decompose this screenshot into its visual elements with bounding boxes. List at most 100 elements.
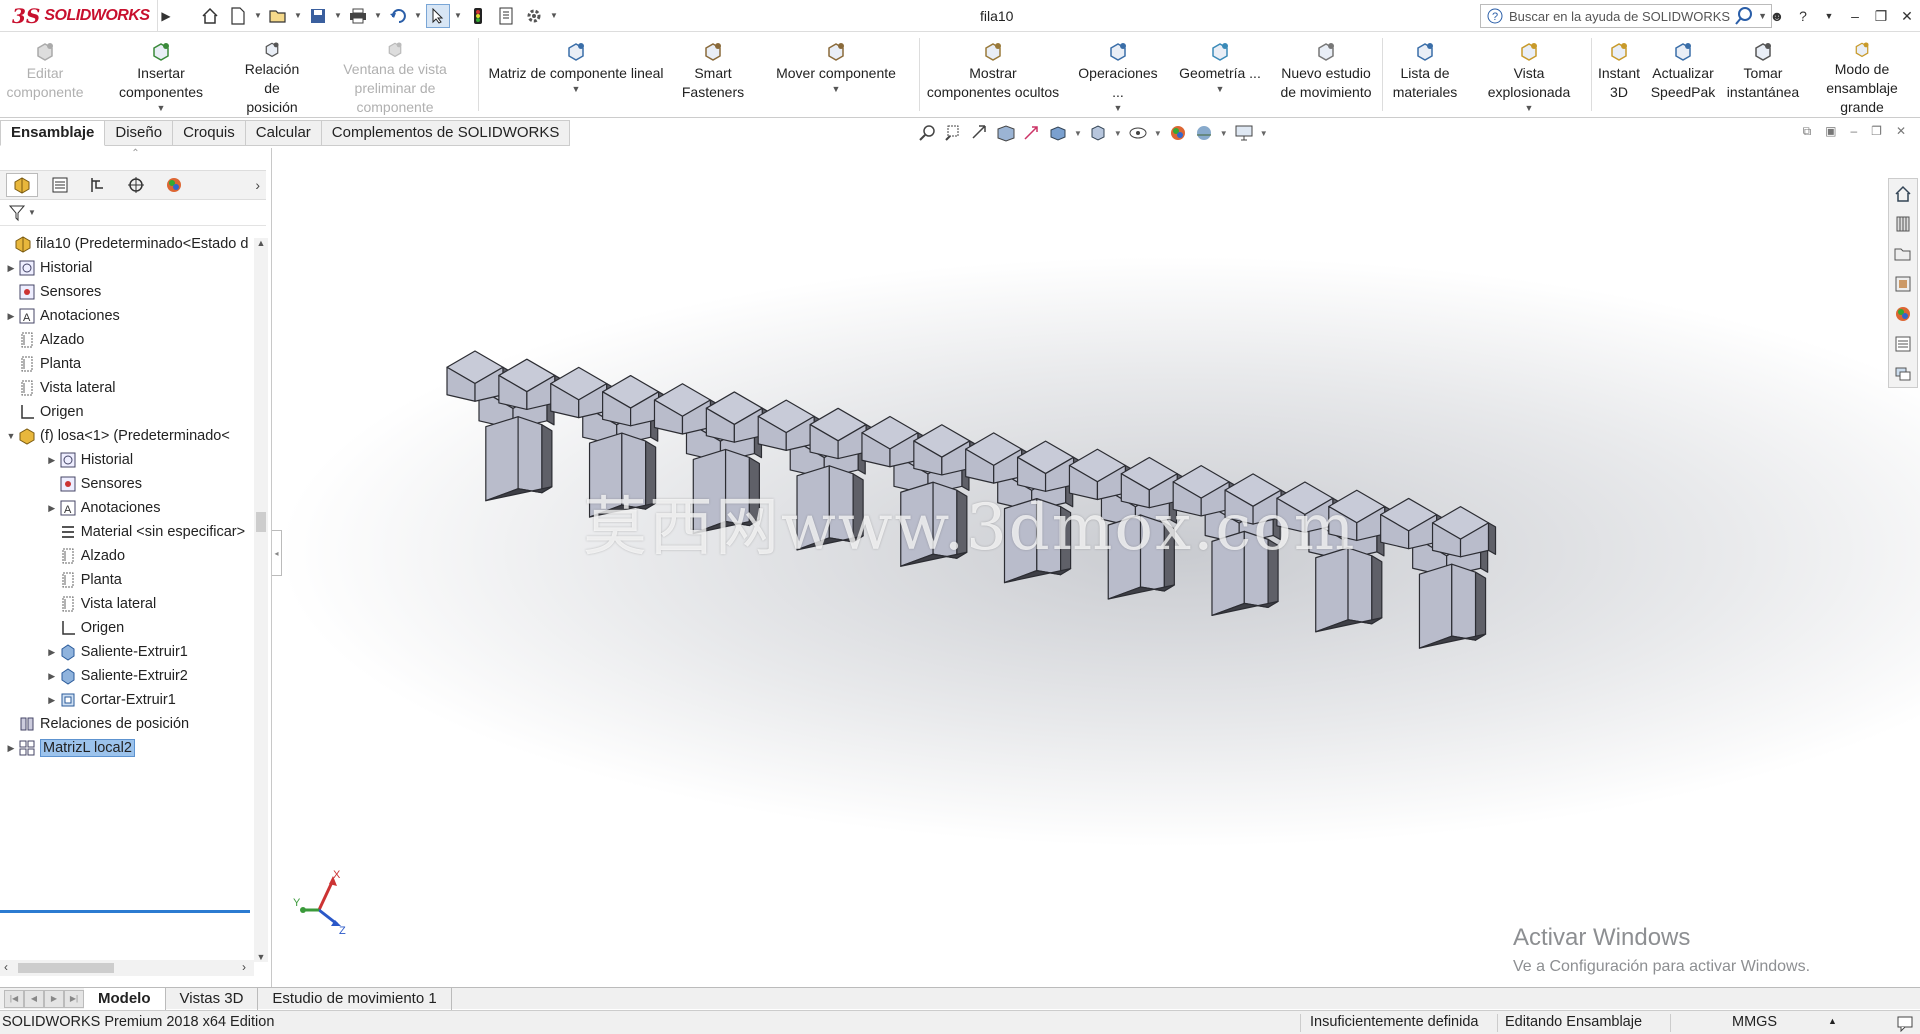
new-caret-icon[interactable]: ▼	[254, 11, 262, 20]
view-palette-icon[interactable]	[1892, 273, 1914, 295]
tree-horizontal-scrollbar[interactable]: ‹ ›	[0, 960, 254, 976]
search-placeholder[interactable]: Buscar en la ayuda de SOLIDWORKS	[1509, 9, 1734, 24]
traffic-light-icon[interactable]	[466, 4, 490, 28]
hide-show-items-icon[interactable]	[1128, 124, 1148, 142]
ribbon-button-14[interactable]: Actualizar SpeedPak	[1646, 32, 1720, 117]
propertymanager-tab-icon[interactable]	[44, 173, 76, 197]
select-caret-icon[interactable]: ▼	[454, 11, 462, 20]
file-explorer-icon[interactable]	[1892, 243, 1914, 265]
user-account-icon[interactable]: ☻	[1764, 8, 1790, 24]
lower-prism-face[interactable]	[485, 416, 519, 502]
view-settings-monitor-icon[interactable]	[1234, 124, 1254, 142]
tab-2[interactable]: Croquis	[173, 120, 246, 146]
ribbon-button-15[interactable]: Tomar instantánea	[1720, 32, 1806, 117]
ribbon-button-13[interactable]: Instant 3D	[1592, 32, 1646, 117]
featuremanager-tab-icon[interactable]	[6, 173, 38, 197]
help-menu-icon[interactable]: ?	[1790, 8, 1816, 24]
feedback-icon[interactable]	[1896, 1014, 1914, 1032]
tab-3[interactable]: Calcular	[245, 120, 322, 146]
options-caret-icon[interactable]: ▼	[550, 11, 558, 20]
view-orientation-caret-icon[interactable]: ▼	[1074, 129, 1082, 138]
lower-prism-face[interactable]	[1418, 563, 1453, 649]
tab-4[interactable]: Complementos de SOLIDWORKS	[321, 120, 571, 146]
new-document-icon[interactable]	[226, 4, 250, 28]
appearances-scenes-icon[interactable]	[1892, 303, 1914, 325]
apply-scene-caret-icon[interactable]: ▼	[1220, 129, 1228, 138]
ribbon-caret-icon[interactable]: ▼	[1114, 102, 1123, 114]
next-tab-icon[interactable]: ▶	[44, 989, 64, 1008]
restore-icon[interactable]: ❐	[1868, 8, 1894, 25]
help-caret-icon[interactable]: ▼	[1816, 11, 1842, 21]
section-view-icon[interactable]	[996, 124, 1016, 142]
ribbon-caret-icon[interactable]: ▼	[832, 83, 841, 95]
select-pointer-icon[interactable]	[426, 3, 450, 28]
tree-node[interactable]: Planta	[0, 568, 254, 592]
tree-node[interactable]: ▶ Saliente-Extruir1	[0, 640, 254, 664]
scroll-thumb[interactable]	[256, 512, 266, 532]
dimxpert-tab-icon[interactable]	[120, 173, 152, 197]
edit-appearance-icon[interactable]	[1168, 124, 1188, 142]
home-icon[interactable]	[198, 4, 222, 28]
open-caret-icon[interactable]: ▼	[294, 11, 302, 20]
tree-root-assembly[interactable]: fila10 (Predeterminado<Estado d	[0, 232, 254, 256]
ribbon-caret-icon[interactable]: ▼	[572, 83, 581, 95]
design-library-icon[interactable]	[1892, 213, 1914, 235]
ribbon-button-10[interactable]: Nuevo estudio de movimiento	[1270, 32, 1382, 117]
filter-icon[interactable]	[8, 204, 28, 222]
ribbon-button-9[interactable]: Geometría ... ▼	[1170, 32, 1270, 117]
lower-prism-side[interactable]	[1474, 571, 1487, 641]
lower-prism-side[interactable]	[1371, 555, 1383, 625]
expand-toggle-icon[interactable]: ▶	[45, 503, 59, 514]
tree-node[interactable]: ▶ Historial	[0, 448, 254, 472]
manager-tabs-more-icon[interactable]: ›	[255, 177, 260, 193]
expand-toggle-icon[interactable]: ▶	[45, 647, 59, 658]
units-caret-icon[interactable]: ▲	[1828, 1016, 1837, 1026]
ribbon-button-8[interactable]: Operaciones ... ▼	[1066, 32, 1170, 117]
print-caret-icon[interactable]: ▼	[374, 11, 382, 20]
tree-node[interactable]: Vista lateral	[0, 376, 254, 400]
scroll-right-icon[interactable]: ›	[242, 960, 246, 974]
expand-toggle-icon[interactable]: ▶	[4, 311, 18, 322]
tree-node[interactable]: ▶ Historial	[0, 256, 254, 280]
view-orientation-icon[interactable]	[1048, 124, 1068, 142]
search-icon[interactable]	[1734, 6, 1754, 26]
viewport-restore-icon[interactable]: ❐	[1871, 124, 1882, 139]
tree-node[interactable]: ▶ Cortar-Extruir1	[0, 688, 254, 712]
display-style-caret-icon[interactable]: ▼	[1114, 129, 1122, 138]
forum-icon[interactable]	[1892, 363, 1914, 385]
ribbon-button-11[interactable]: Lista de materiales	[1383, 32, 1467, 117]
displaymanager-tab-icon[interactable]	[158, 173, 190, 197]
tree-node[interactable]: Sensores	[0, 280, 254, 304]
help-search-box[interactable]: ? Buscar en la ayuda de SOLIDWORKS ▼	[1480, 4, 1772, 28]
expand-toggle-icon[interactable]: ▶	[4, 743, 18, 754]
dynamic-annotation-icon[interactable]	[1022, 124, 1042, 142]
view-settings-caret-icon[interactable]: ▼	[1260, 129, 1268, 138]
tab-1[interactable]: Diseño	[105, 120, 174, 146]
custom-properties-icon[interactable]	[1892, 333, 1914, 355]
tree-node[interactable]: Alzado	[0, 328, 254, 352]
ribbon-caret-icon[interactable]: ▼	[1216, 83, 1225, 95]
hscroll-thumb[interactable]	[18, 963, 114, 973]
bottom-tab-1[interactable]: Vistas 3D	[166, 987, 259, 1010]
tree-vertical-scrollbar[interactable]: ▲ ▼	[254, 238, 268, 962]
ribbon-button-2[interactable]: Relación de posición	[232, 32, 312, 117]
expand-toggle-icon[interactable]: ▶	[45, 695, 59, 706]
bottom-tab-2[interactable]: Estudio de movimiento 1	[258, 987, 452, 1010]
tree-node[interactable]: Origen	[0, 400, 254, 424]
undo-caret-icon[interactable]: ▼	[414, 11, 422, 20]
ribbon-button-1[interactable]: Insertar componentes ▼	[90, 32, 232, 117]
tree-node[interactable]: Planta	[0, 352, 254, 376]
display-style-icon[interactable]	[1088, 124, 1108, 142]
tree-node[interactable]: Alzado	[0, 544, 254, 568]
tree-filter[interactable]: ▼	[0, 200, 266, 226]
menu-flyout-arrow-icon[interactable]: ▶	[158, 9, 174, 23]
tree-node[interactable]: ▶ Saliente-Extruir2	[0, 664, 254, 688]
expand-toggle-icon[interactable]: ▼	[4, 431, 18, 441]
zoom-to-area-icon[interactable]	[944, 124, 964, 142]
expand-toggle-icon[interactable]: ▶	[45, 671, 59, 682]
first-tab-icon[interactable]: |◀	[4, 989, 24, 1008]
open-folder-icon[interactable]	[266, 4, 290, 28]
block-side-face[interactable]	[1487, 522, 1497, 555]
configurationmanager-tab-icon[interactable]	[82, 173, 114, 197]
apply-scene-icon[interactable]	[1194, 124, 1214, 142]
